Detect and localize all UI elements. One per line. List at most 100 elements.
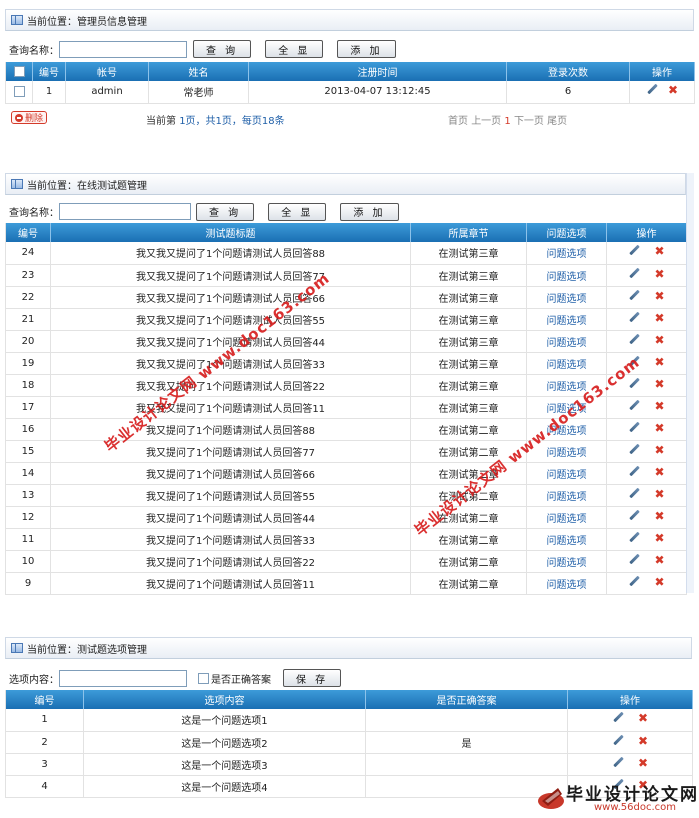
edit-icon[interactable] xyxy=(628,268,640,280)
show-all-button[interactable]: 全 显 xyxy=(265,40,324,58)
pager-last[interactable]: 尾页 xyxy=(547,116,567,127)
delete-icon[interactable]: ✖ xyxy=(638,757,648,769)
cell-id: 2 xyxy=(5,731,84,754)
admin-table: 编号 帐号 姓名 注册时间 登录次数 操作 1 admin 常老师 2013-0… xyxy=(5,62,695,104)
table-row: 22 我又我又提问了1个问题请测试人员回答66 在测试第三章 问题选项 ✖ xyxy=(5,286,687,309)
delete-icon[interactable]: ✖ xyxy=(654,245,664,257)
pager-next[interactable]: 下一页 xyxy=(514,116,544,127)
delete-icon[interactable]: ✖ xyxy=(654,444,664,456)
options-link[interactable]: 问题选项 xyxy=(526,286,607,309)
options-link[interactable]: 问题选项 xyxy=(526,330,607,353)
edit-icon[interactable] xyxy=(612,735,624,747)
col-account: 帐号 xyxy=(65,62,149,81)
cell-title: 我又提问了1个问题请测试人员回答33 xyxy=(50,528,411,551)
pager-prev[interactable]: 上一页 xyxy=(471,116,501,127)
search-input[interactable] xyxy=(59,203,191,220)
option-panel-titlebar: 当前位置：测试题选项管理 xyxy=(5,637,692,659)
cell-correct: 是 xyxy=(365,731,568,754)
delete-icon[interactable]: ✖ xyxy=(654,400,664,412)
delete-icon[interactable]: ✖ xyxy=(668,84,678,96)
edit-icon[interactable] xyxy=(612,757,624,769)
delete-icon[interactable]: ✖ xyxy=(654,268,664,280)
delete-icon[interactable]: ✖ xyxy=(654,422,664,434)
cell-ops: ✖ xyxy=(567,731,693,754)
delete-icon[interactable]: ✖ xyxy=(654,488,664,500)
cell-content: 这是一个问题选项3 xyxy=(83,753,366,776)
pager-info: 当前第 1页，共1页，每页18条 xyxy=(146,112,285,127)
batch-delete-button[interactable]: 删除 xyxy=(11,111,48,124)
cell-id: 24 xyxy=(5,242,51,265)
edit-icon[interactable] xyxy=(628,245,640,257)
cell-ops: ✖ xyxy=(606,286,687,309)
add-button[interactable]: 添 加 xyxy=(340,202,399,221)
options-link[interactable]: 问题选项 xyxy=(526,484,607,507)
cell-id: 1 xyxy=(5,709,84,732)
options-link[interactable]: 问题选项 xyxy=(526,308,607,331)
query-button[interactable]: 查 询 xyxy=(193,40,252,58)
cell-ops: ✖ xyxy=(606,330,687,353)
options-link[interactable]: 问题选项 xyxy=(526,352,607,375)
edit-icon[interactable] xyxy=(628,532,640,544)
edit-icon[interactable] xyxy=(628,488,640,500)
delete-icon[interactable]: ✖ xyxy=(654,312,664,324)
delete-icon[interactable]: ✖ xyxy=(654,576,664,588)
options-link[interactable]: 问题选项 xyxy=(526,572,607,595)
options-link[interactable]: 问题选项 xyxy=(526,528,607,551)
cell-ops: ✖ xyxy=(606,550,687,573)
delete-icon[interactable]: ✖ xyxy=(654,356,664,368)
edit-icon[interactable] xyxy=(628,444,640,456)
pager-first[interactable]: 首页 xyxy=(448,116,468,127)
cell-id: 9 xyxy=(5,572,51,595)
edit-icon[interactable] xyxy=(628,554,640,566)
options-link[interactable]: 问题选项 xyxy=(526,242,607,265)
cell-id: 12 xyxy=(5,506,51,529)
options-link[interactable]: 问题选项 xyxy=(526,264,607,287)
correct-checkbox[interactable] xyxy=(198,672,209,684)
options-link[interactable]: 问题选项 xyxy=(526,506,607,529)
delete-icon[interactable]: ✖ xyxy=(654,466,664,478)
delete-icon[interactable]: ✖ xyxy=(638,712,648,724)
col-id: 编号 xyxy=(5,690,84,709)
edit-icon[interactable] xyxy=(628,422,640,434)
pager-current: 1页，共1页，每页18条 xyxy=(179,116,285,127)
options-link[interactable]: 问题选项 xyxy=(526,550,607,573)
cell-id: 21 xyxy=(5,308,51,331)
delete-icon[interactable]: ✖ xyxy=(654,378,664,390)
select-all-header[interactable] xyxy=(5,62,33,81)
cell-name: 常老师 xyxy=(148,81,249,104)
add-button[interactable]: 添 加 xyxy=(337,40,396,58)
option-input[interactable] xyxy=(59,669,187,687)
row-checkbox-cell[interactable] xyxy=(5,81,33,104)
edit-icon[interactable] xyxy=(628,510,640,522)
options-link[interactable]: 问题选项 xyxy=(526,462,607,485)
delete-icon[interactable]: ✖ xyxy=(654,290,664,302)
cell-chapter: 在测试第三章 xyxy=(410,308,527,331)
delete-icon[interactable]: ✖ xyxy=(638,735,648,747)
edit-icon[interactable] xyxy=(628,378,640,390)
test-panel-title: 当前位置：在线测试题管理 xyxy=(27,180,147,192)
query-button[interactable]: 查 询 xyxy=(196,202,255,221)
edit-icon[interactable] xyxy=(628,290,640,302)
cell-id: 14 xyxy=(5,462,51,485)
edit-icon[interactable] xyxy=(628,576,640,588)
edit-icon[interactable] xyxy=(612,712,624,724)
delete-icon[interactable]: ✖ xyxy=(654,532,664,544)
delete-icon[interactable]: ✖ xyxy=(654,334,664,346)
col-logins: 登录次数 xyxy=(506,62,630,81)
save-button[interactable]: 保 存 xyxy=(283,669,342,687)
edit-icon[interactable] xyxy=(628,400,640,412)
delete-icon[interactable]: ✖ xyxy=(654,510,664,522)
select-all-checkbox[interactable] xyxy=(13,65,25,77)
edit-icon[interactable] xyxy=(628,466,640,478)
col-title: 测试题标题 xyxy=(50,223,411,242)
vertical-scrollbar[interactable] xyxy=(686,173,694,593)
search-input[interactable] xyxy=(59,40,187,58)
cell-chapter: 在测试第三章 xyxy=(410,330,527,353)
show-all-button[interactable]: 全 显 xyxy=(268,202,327,221)
edit-icon[interactable] xyxy=(628,312,640,324)
delete-icon[interactable]: ✖ xyxy=(654,554,664,566)
edit-icon[interactable] xyxy=(628,334,640,346)
row-checkbox[interactable] xyxy=(13,86,25,97)
edit-icon[interactable] xyxy=(646,84,658,96)
pager-page[interactable]: 1 xyxy=(504,116,510,127)
